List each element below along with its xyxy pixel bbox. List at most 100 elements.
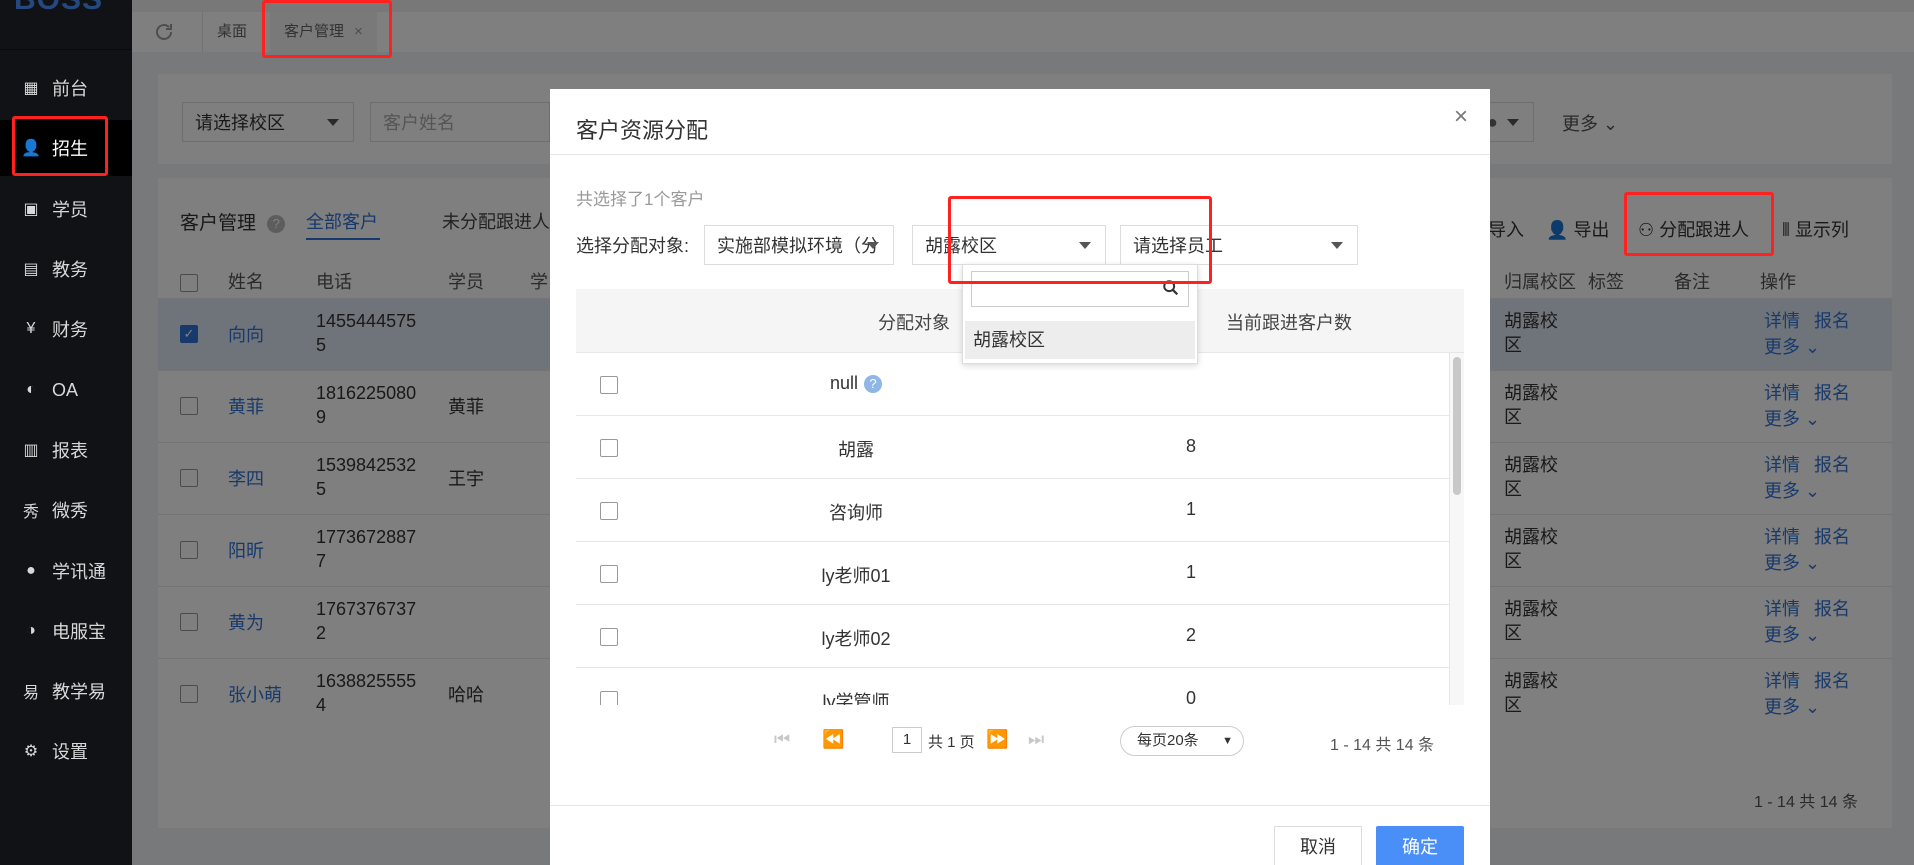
sidebar-item-9[interactable]: ◑ 电服宝 — [0, 603, 132, 659]
row-checkbox[interactable] — [180, 541, 198, 559]
more-link[interactable]: 更多 ⌄ — [1764, 695, 1820, 719]
select-all-checkbox[interactable] — [180, 274, 198, 292]
department-select[interactable]: 实施部模拟环境（分公… — [704, 225, 894, 265]
detail-link[interactable]: 详情 — [1764, 381, 1800, 405]
table-scrollbar-thumb[interactable] — [1453, 357, 1461, 495]
detail-link[interactable]: 详情 — [1764, 669, 1800, 693]
sidebar-item-5[interactable]: ◐ OA — [0, 362, 132, 418]
assign-follower-button[interactable]: ⚇ 分配跟进人 — [1638, 216, 1749, 242]
sidebar-item-0[interactable]: ▦ 前台 — [0, 60, 132, 116]
assign-row-checkbox[interactable] — [600, 439, 618, 457]
tab-all-customers[interactable]: 全部客户 — [306, 208, 378, 234]
customer-name-link[interactable]: 黄菲 — [228, 395, 264, 419]
enroll-link[interactable]: 报名 — [1814, 669, 1850, 693]
customer-name-link[interactable]: 黄为 — [228, 611, 264, 635]
assign-row-checkbox[interactable] — [600, 628, 618, 646]
first-page-icon[interactable]: ⏮ — [774, 729, 790, 750]
sidebar-item-3[interactable]: ▤ 教务 — [0, 241, 132, 297]
assign-target-name: null? — [716, 373, 996, 394]
tab-desktop[interactable]: 桌面 — [202, 12, 261, 52]
assign-row[interactable]: ly老师02 2 — [576, 605, 1449, 668]
assign-row[interactable]: 咨询师 1 — [576, 479, 1449, 542]
tab-close-icon[interactable]: × — [354, 23, 363, 40]
staff-select-placeholder: 请选择员工 — [1133, 236, 1223, 256]
last-page-icon[interactable]: ⏭ — [1028, 729, 1044, 750]
customer-phone: 17736728877 — [316, 527, 417, 571]
col-tag: 标签 — [1588, 272, 1624, 292]
sidebar-item-1[interactable]: 👤 招生 — [0, 120, 132, 176]
assign-row-checkbox[interactable] — [600, 691, 618, 705]
assign-row-checkbox[interactable] — [600, 376, 618, 394]
cancel-button[interactable]: 取消 — [1274, 826, 1362, 865]
list-footer-count: 1 - 14 共 14 条 — [1753, 794, 1858, 811]
campus-filter-label: 请选择校区 — [195, 113, 285, 133]
detail-link[interactable]: 详情 — [1764, 453, 1800, 477]
row-checkbox[interactable] — [180, 685, 198, 703]
sidebar-item-7[interactable]: 秀微秀 — [0, 482, 132, 538]
enroll-link[interactable]: 报名 — [1814, 309, 1850, 333]
phone-service-icon: ◑ — [26, 622, 36, 639]
row-checkbox[interactable] — [180, 469, 198, 487]
customer-name-link[interactable]: 向向 — [228, 323, 264, 347]
assign-row-checkbox[interactable] — [600, 502, 618, 520]
enroll-link[interactable]: 报名 — [1814, 453, 1850, 477]
display-columns-button[interactable]: ⦀ 显示列 — [1782, 216, 1849, 242]
col-phone: 电话 — [316, 272, 352, 292]
assign-row[interactable]: ly老师01 1 — [576, 542, 1449, 605]
more-link[interactable]: 更多 ⌄ — [1764, 335, 1820, 359]
sidebar-item-6[interactable]: ▥ 报表 — [0, 422, 132, 478]
campus-search-input[interactable] — [971, 271, 1189, 307]
sidebar-item-11[interactable]: ⚙ 设置 — [0, 723, 132, 779]
more-filter-toggle[interactable]: 更多 ⌄ — [1562, 110, 1618, 136]
assign-row-checkbox[interactable] — [600, 565, 618, 583]
row-checkbox[interactable] — [180, 613, 198, 631]
assign-dialog: 客户资源分配 × 共选择了1个客户 选择分配对象: 实施部模拟环境（分公… 胡露… — [550, 89, 1490, 865]
customer-name-link[interactable]: 阳昕 — [228, 539, 264, 563]
enroll-link[interactable]: 报名 — [1814, 597, 1850, 621]
page-number-input[interactable]: 1 — [892, 727, 922, 753]
sidebar-item-8[interactable]: ● 学讯通 — [0, 543, 132, 599]
assign-row[interactable]: 胡露 8 — [576, 416, 1449, 479]
brand-logo[interactable]: BOSS — [0, 0, 132, 50]
detail-link[interactable]: 详情 — [1764, 309, 1800, 333]
tab-unassigned[interactable]: 未分配跟进人 — [442, 208, 550, 234]
sidebar-item-label: 前台 — [52, 79, 88, 99]
import-button[interactable]: 导入 — [1488, 216, 1524, 242]
sidebar-item-4[interactable]: ¥ 财务 — [0, 301, 132, 357]
close-icon[interactable]: × — [1454, 103, 1468, 131]
sidebar-item-10[interactable]: 易教学易 — [0, 663, 132, 719]
row-campus: 胡露校区 — [1504, 383, 1558, 427]
more-link[interactable]: 更多 ⌄ — [1764, 623, 1820, 647]
help-icon[interactable]: ? — [864, 375, 883, 393]
assign-row[interactable]: ly学管师 0 — [576, 668, 1449, 705]
enroll-link[interactable]: 报名 — [1814, 525, 1850, 549]
help-icon[interactable]: ? — [267, 215, 286, 233]
next-page-icon[interactable]: ⏩ — [986, 729, 1008, 750]
customer-name-input[interactable]: 客户姓名 — [370, 102, 550, 142]
current-follow-count: 0 — [1185, 688, 1196, 705]
refresh-icon[interactable] — [152, 20, 176, 44]
user-icon: 👤 — [1546, 220, 1569, 240]
more-link[interactable]: 更多 ⌄ — [1764, 479, 1820, 503]
row-checkbox[interactable] — [180, 397, 198, 415]
detail-link[interactable]: 详情 — [1764, 597, 1800, 621]
enroll-link[interactable]: 报名 — [1814, 381, 1850, 405]
detail-link[interactable]: 详情 — [1764, 525, 1800, 549]
customer-name-link[interactable]: 李四 — [228, 467, 264, 491]
campus-filter-select[interactable]: 请选择校区 — [182, 102, 354, 142]
customer-name-link[interactable]: 张小萌 — [228, 683, 282, 707]
tab-customer-management[interactable]: 客户管理 × — [270, 12, 377, 52]
row-checkbox[interactable]: ✓ — [180, 325, 198, 343]
more-link[interactable]: 更多 ⌄ — [1764, 407, 1820, 431]
pager-range-text: 1 - 14 共 14 条 — [1330, 737, 1435, 754]
prev-page-icon[interactable]: ⏪ — [822, 729, 844, 750]
staff-select[interactable]: 请选择员工 — [1120, 225, 1358, 265]
dropdown-option-campus[interactable]: 胡露校区 — [965, 321, 1195, 359]
tab-desktop-label: 桌面 — [217, 23, 248, 40]
campus-select[interactable]: 胡露校区 — [912, 225, 1106, 265]
export-button[interactable]: 👤 导出 — [1546, 216, 1609, 242]
page-size-select[interactable]: 每页20条 ▼ — [1120, 726, 1244, 756]
more-link[interactable]: 更多 ⌄ — [1764, 551, 1820, 575]
sidebar-item-2[interactable]: ▣ 学员 — [0, 181, 132, 237]
confirm-button[interactable]: 确定 — [1376, 826, 1464, 865]
